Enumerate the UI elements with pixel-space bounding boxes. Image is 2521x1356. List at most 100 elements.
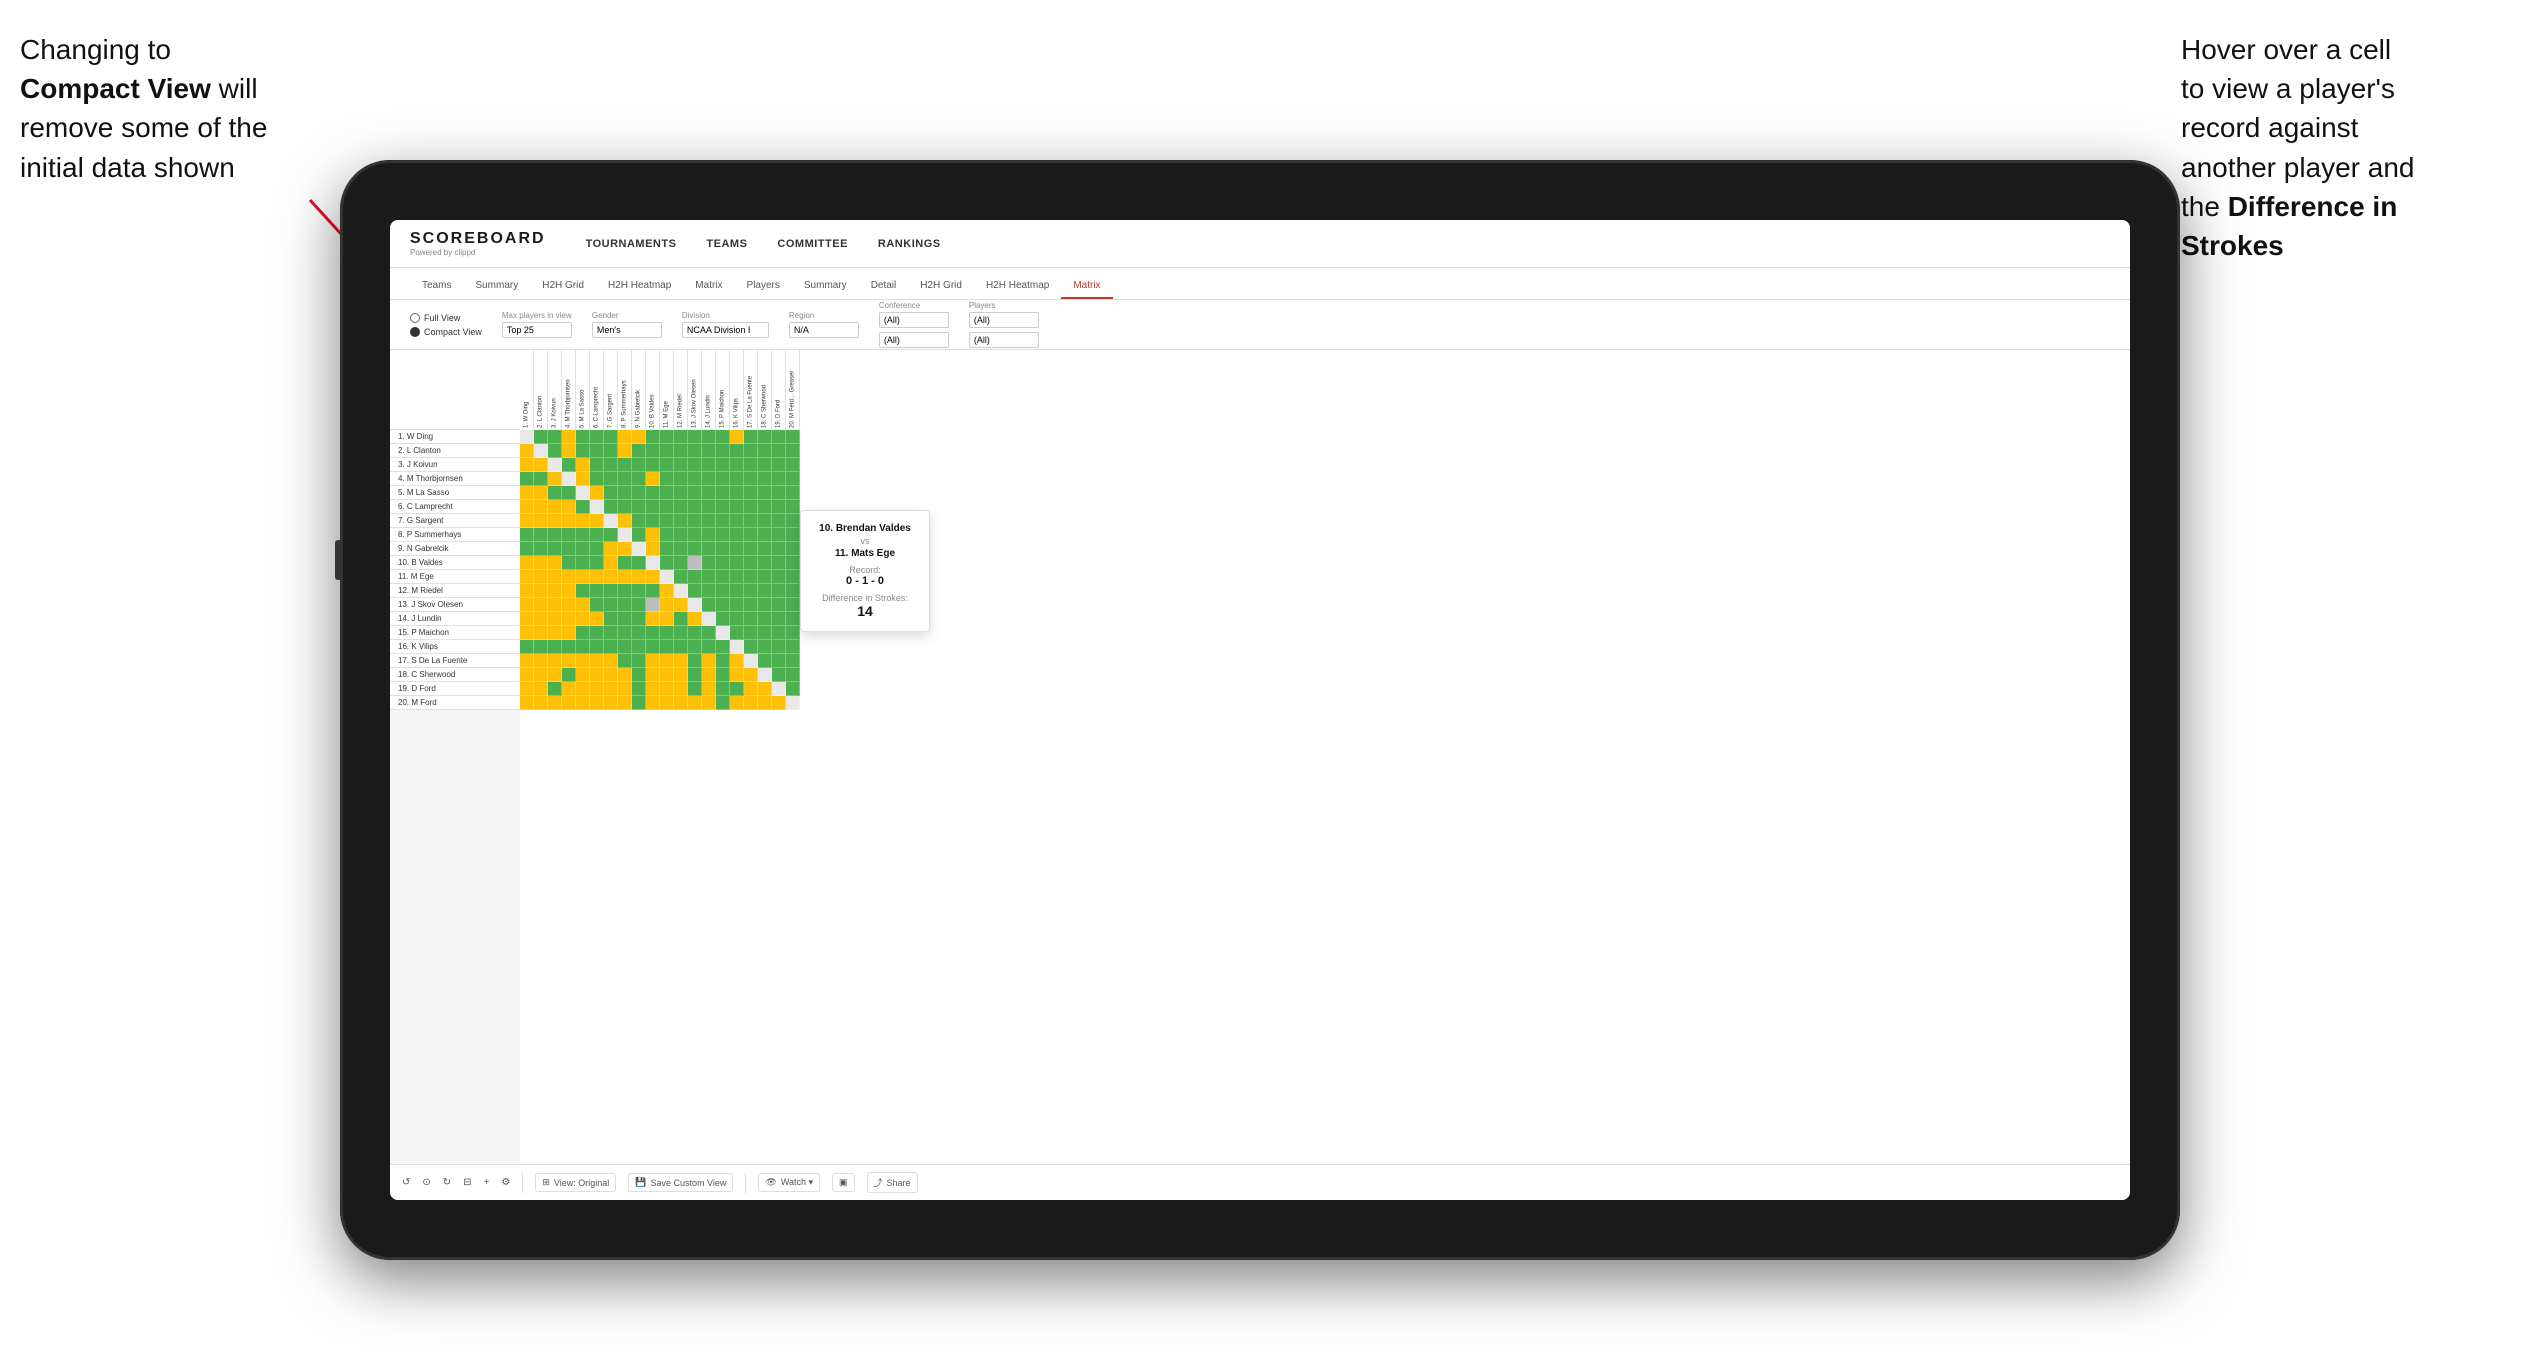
matrix-cell[interactable] xyxy=(520,430,534,444)
present-btn[interactable]: ▣ xyxy=(832,1173,855,1192)
matrix-cell[interactable] xyxy=(632,500,646,514)
matrix-cell[interactable] xyxy=(646,696,660,710)
matrix-cell[interactable] xyxy=(744,598,758,612)
players-select1[interactable]: (All) xyxy=(969,312,1039,328)
matrix-cell[interactable] xyxy=(758,668,772,682)
matrix-cell[interactable] xyxy=(576,654,590,668)
matrix-cell[interactable] xyxy=(562,472,576,486)
conference-select2[interactable]: (All) xyxy=(879,332,949,348)
matrix-cell[interactable] xyxy=(590,528,604,542)
matrix-cell[interactable] xyxy=(674,626,688,640)
matrix-cell[interactable] xyxy=(730,472,744,486)
matrix-cell[interactable] xyxy=(576,556,590,570)
matrix-cell[interactable] xyxy=(604,668,618,682)
matrix-cell[interactable] xyxy=(576,612,590,626)
matrix-cell[interactable] xyxy=(618,612,632,626)
matrix-cell[interactable] xyxy=(744,584,758,598)
matrix-cell[interactable] xyxy=(688,696,702,710)
matrix-cell[interactable] xyxy=(604,570,618,584)
matrix-cell[interactable] xyxy=(730,626,744,640)
matrix-cell[interactable] xyxy=(534,584,548,598)
matrix-cell[interactable] xyxy=(716,598,730,612)
matrix-cell[interactable] xyxy=(562,542,576,556)
matrix-cell[interactable] xyxy=(772,612,786,626)
matrix-cell[interactable] xyxy=(590,584,604,598)
matrix-cell[interactable] xyxy=(562,500,576,514)
matrix-cell[interactable] xyxy=(688,626,702,640)
compact-view-option[interactable]: Compact View xyxy=(410,327,482,337)
matrix-cell[interactable] xyxy=(716,458,730,472)
matrix-cell[interactable] xyxy=(632,542,646,556)
matrix-cell[interactable] xyxy=(576,472,590,486)
matrix-cell[interactable] xyxy=(604,612,618,626)
matrix-cell[interactable] xyxy=(660,542,674,556)
matrix-cell[interactable] xyxy=(744,472,758,486)
matrix-cell[interactable] xyxy=(548,640,562,654)
matrix-cell[interactable] xyxy=(520,696,534,710)
matrix-cell[interactable] xyxy=(702,668,716,682)
matrix-cell[interactable] xyxy=(520,514,534,528)
matrix-cell[interactable] xyxy=(618,570,632,584)
matrix-cell[interactable] xyxy=(646,598,660,612)
matrix-cell[interactable] xyxy=(548,570,562,584)
matrix-cell[interactable] xyxy=(772,444,786,458)
matrix-cell[interactable] xyxy=(758,570,772,584)
matrix-cell[interactable] xyxy=(730,514,744,528)
matrix-cell[interactable] xyxy=(548,458,562,472)
matrix-cell[interactable] xyxy=(744,696,758,710)
matrix-cell[interactable] xyxy=(730,444,744,458)
matrix-cell[interactable] xyxy=(646,458,660,472)
matrix-cell[interactable] xyxy=(618,528,632,542)
matrix-cell[interactable] xyxy=(632,626,646,640)
matrix-cell[interactable] xyxy=(702,556,716,570)
matrix-cell[interactable] xyxy=(758,682,772,696)
matrix-cell[interactable] xyxy=(576,458,590,472)
matrix-cell[interactable] xyxy=(688,598,702,612)
matrix-cell[interactable] xyxy=(744,682,758,696)
matrix-cell[interactable] xyxy=(688,570,702,584)
matrix-cell[interactable] xyxy=(632,556,646,570)
matrix-cell[interactable] xyxy=(548,682,562,696)
matrix-cell[interactable] xyxy=(786,472,800,486)
matrix-cell[interactable] xyxy=(576,668,590,682)
matrix-cell[interactable] xyxy=(590,696,604,710)
matrix-cell[interactable] xyxy=(590,430,604,444)
matrix-cell[interactable] xyxy=(786,486,800,500)
matrix-cell[interactable] xyxy=(702,584,716,598)
matrix-cell[interactable] xyxy=(590,556,604,570)
matrix-cell[interactable] xyxy=(534,612,548,626)
matrix-cell[interactable] xyxy=(618,458,632,472)
matrix-cell[interactable] xyxy=(660,486,674,500)
matrix-cell[interactable] xyxy=(744,556,758,570)
matrix-cell[interactable] xyxy=(730,542,744,556)
matrix-cell[interactable] xyxy=(590,612,604,626)
matrix-cell[interactable] xyxy=(618,668,632,682)
matrix-cell[interactable] xyxy=(534,472,548,486)
matrix-cell[interactable] xyxy=(772,472,786,486)
matrix-cell[interactable] xyxy=(786,584,800,598)
matrix-cell[interactable] xyxy=(548,556,562,570)
matrix-cell[interactable] xyxy=(562,528,576,542)
matrix-cell[interactable] xyxy=(758,444,772,458)
matrix-cell[interactable] xyxy=(632,472,646,486)
matrix-cell[interactable] xyxy=(590,598,604,612)
matrix-cell[interactable] xyxy=(772,500,786,514)
matrix-cell[interactable] xyxy=(562,682,576,696)
matrix-cell[interactable] xyxy=(618,556,632,570)
matrix-cell[interactable] xyxy=(674,500,688,514)
tab-summary1[interactable]: Summary xyxy=(463,274,530,299)
tab-detail[interactable]: Detail xyxy=(859,274,909,299)
matrix-cell[interactable] xyxy=(730,584,744,598)
matrix-cell[interactable] xyxy=(520,668,534,682)
matrix-cell[interactable] xyxy=(702,612,716,626)
matrix-cell[interactable] xyxy=(520,486,534,500)
matrix-cell[interactable] xyxy=(688,444,702,458)
matrix-cell[interactable] xyxy=(534,542,548,556)
matrix-cell[interactable] xyxy=(702,696,716,710)
matrix-cell[interactable] xyxy=(646,626,660,640)
watch-btn[interactable]: 👁 Watch ▾ xyxy=(758,1173,820,1192)
matrix-cell[interactable] xyxy=(702,640,716,654)
matrix-cell[interactable] xyxy=(660,640,674,654)
matrix-cell[interactable] xyxy=(534,570,548,584)
matrix-cell[interactable] xyxy=(646,430,660,444)
